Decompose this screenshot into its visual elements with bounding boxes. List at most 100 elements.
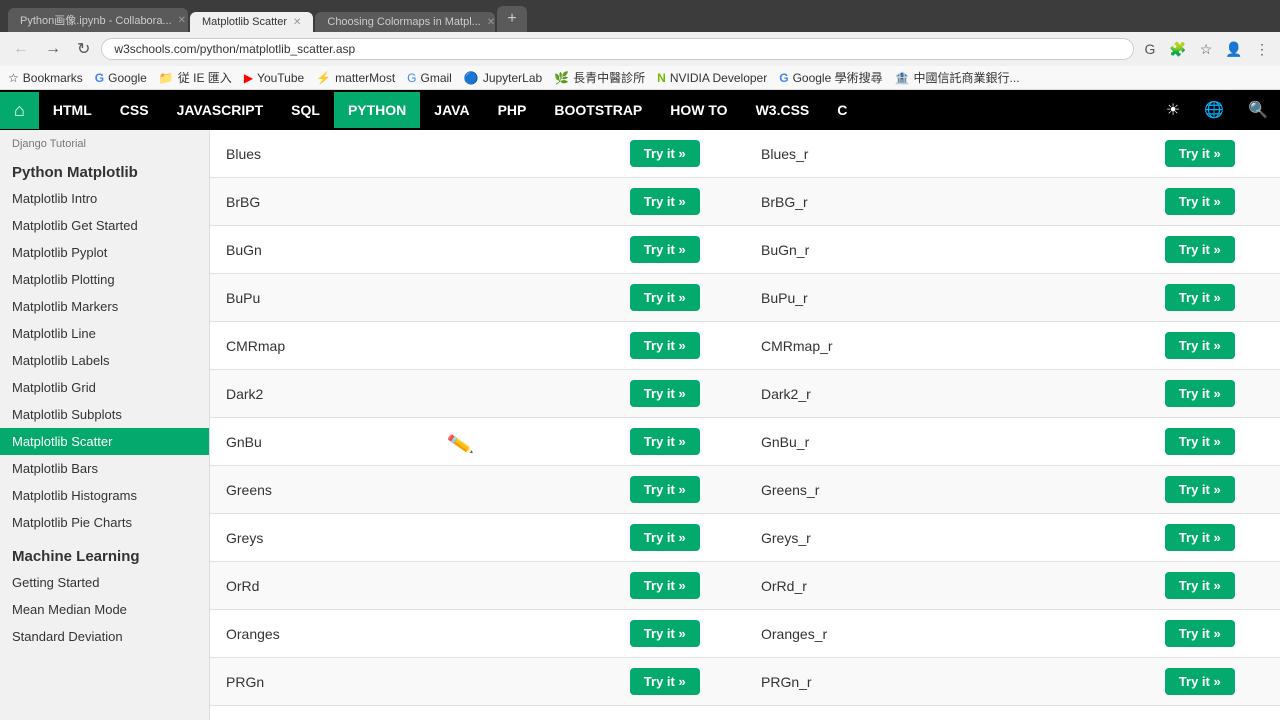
new-tab-button[interactable]: + — [497, 6, 526, 32]
bookmark-jupyterlab[interactable]: 🔵 JupyterLab — [464, 71, 542, 85]
tab-1-close[interactable]: ✕ — [178, 15, 186, 26]
try-button-right-cell: Try it » — [1120, 274, 1280, 322]
try-button-left[interactable]: Try it » — [630, 476, 700, 503]
try-button-right[interactable]: Try it » — [1165, 668, 1235, 695]
try-button-left[interactable]: Try it » — [630, 524, 700, 551]
try-button-left-cell: Try it » — [585, 610, 746, 658]
search-icon[interactable]: 🔍 — [1236, 90, 1280, 130]
bookmark-ie[interactable]: 📁 従 IE 匯入 — [159, 69, 232, 86]
bookmark-bank[interactable]: 🏦 中國信託商業銀行... — [895, 69, 1020, 86]
sidebar-item-grid[interactable]: Matplotlib Grid — [0, 374, 209, 401]
try-button-left[interactable]: Try it » — [630, 572, 700, 599]
nav-css[interactable]: CSS — [106, 92, 163, 128]
bookmark-mattermost[interactable]: ⚡ matterMost — [316, 71, 395, 85]
sidebar-item-labels[interactable]: Matplotlib Labels — [0, 347, 209, 374]
nav-w3css[interactable]: W3.CSS — [742, 92, 824, 128]
profile-icon[interactable]: 👤 — [1224, 39, 1244, 59]
sidebar-item-markers[interactable]: Matplotlib Markers — [0, 293, 209, 320]
nav-java[interactable]: JAVA — [420, 92, 483, 128]
bookmark-youtube[interactable]: ▶ YouTube — [244, 71, 304, 85]
nav-python[interactable]: PYTHON — [334, 92, 420, 128]
try-button-right[interactable]: Try it » — [1165, 524, 1235, 551]
try-button-right[interactable]: Try it » — [1165, 332, 1235, 359]
tab-3-close[interactable]: ✕ — [487, 17, 495, 28]
try-button-right[interactable]: Try it » — [1165, 188, 1235, 215]
try-button-right[interactable]: Try it » — [1165, 620, 1235, 647]
try-button-left-cell: Try it » — [585, 178, 746, 226]
try-button-left[interactable]: Try it » — [630, 236, 700, 263]
try-button-right-cell: Try it » — [1120, 370, 1280, 418]
tab-2[interactable]: Matplotlib Scatter ✕ — [190, 12, 313, 32]
try-button-right[interactable]: Try it » — [1165, 140, 1235, 167]
table-row: CMRmap Try it » CMRmap_r Try it » — [210, 322, 1280, 370]
bookmark-google-scholar[interactable]: G Google 學術搜尋 — [779, 69, 882, 86]
try-button-right[interactable]: Try it » — [1165, 428, 1235, 455]
bookmark-star-icon: ☆ — [8, 71, 19, 85]
nav-javascript[interactable]: JAVASCRIPT — [163, 92, 278, 128]
try-button-right[interactable]: Try it » — [1165, 380, 1235, 407]
sidebar-item-plotting[interactable]: Matplotlib Plotting — [0, 266, 209, 293]
colormap-name-right: OrRd_r — [745, 562, 1120, 610]
extensions-icon[interactable]: 🧩 — [1168, 39, 1188, 59]
sidebar-item-histograms[interactable]: Matplotlib Histograms — [0, 482, 209, 509]
globe-icon[interactable]: 🌐 — [1192, 90, 1236, 130]
try-button-right[interactable]: Try it » — [1165, 236, 1235, 263]
tab-1-label: Python画像.ipynb - Collabora... — [20, 12, 172, 28]
nav-howto[interactable]: HOW TO — [656, 92, 741, 128]
sidebar-item-matplotlib-intro[interactable]: Matplotlib Intro — [0, 185, 209, 212]
try-button-left[interactable]: Try it » — [630, 620, 700, 647]
try-button-left[interactable]: Try it » — [630, 668, 700, 695]
tab-2-close[interactable]: ✕ — [293, 17, 301, 28]
bookmark-bookmarks[interactable]: ☆ Bookmarks — [8, 71, 83, 85]
back-button[interactable]: ← — [8, 38, 34, 60]
try-button-left[interactable]: Try it » — [630, 140, 700, 167]
sidebar-item-scatter[interactable]: Matplotlib Scatter — [0, 428, 209, 455]
nav-sql[interactable]: SQL — [277, 92, 334, 128]
menu-icon[interactable]: ⋮ — [1252, 39, 1272, 59]
sidebar-item-pyplot[interactable]: Matplotlib Pyplot — [0, 239, 209, 266]
gmail-icon: G — [407, 71, 416, 85]
nav-html[interactable]: HTML — [39, 92, 106, 128]
nav-home[interactable]: ⌂ — [0, 92, 39, 129]
try-button-right-cell: Try it » — [1120, 658, 1280, 706]
bookmark-star-icon[interactable]: ☆ — [1196, 39, 1216, 59]
sidebar-item-pie-charts[interactable]: Matplotlib Pie Charts — [0, 509, 209, 536]
sidebar-item-subplots[interactable]: Matplotlib Subplots — [0, 401, 209, 428]
bookmark-nvidia[interactable]: N NVIDIA Developer — [657, 71, 767, 85]
try-button-right[interactable]: Try it » — [1165, 572, 1235, 599]
forward-button[interactable]: → — [40, 38, 66, 60]
tab-1[interactable]: Python画像.ipynb - Collabora... ✕ — [8, 8, 188, 32]
theme-toggle-icon[interactable]: ☀ — [1154, 90, 1192, 130]
bookmark-gmail[interactable]: G Gmail — [407, 71, 452, 85]
sidebar-item-bars[interactable]: Matplotlib Bars — [0, 455, 209, 482]
colormap-name-right: Dark2_r — [745, 370, 1120, 418]
try-button-right-cell: Try it » — [1120, 514, 1280, 562]
tab-2-label: Matplotlib Scatter — [202, 16, 287, 28]
try-button-left[interactable]: Try it » — [630, 428, 700, 455]
try-button-left[interactable]: Try it » — [630, 284, 700, 311]
sidebar-item-get-started[interactable]: Matplotlib Get Started — [0, 212, 209, 239]
table-row: BrBG Try it » BrBG_r Try it » — [210, 178, 1280, 226]
try-button-right-cell: Try it » — [1120, 610, 1280, 658]
bookmark-clinic[interactable]: 🌿 長青中醫診所 — [554, 69, 645, 86]
try-button-right[interactable]: Try it » — [1165, 476, 1235, 503]
try-button-left[interactable]: Try it » — [630, 188, 700, 215]
sidebar-item-ml-mean[interactable]: Mean Median Mode — [0, 596, 209, 623]
bookmark-bank-label: 中國信託商業銀行... — [914, 69, 1020, 86]
nav-php[interactable]: PHP — [484, 92, 541, 128]
google-icon: G — [1140, 39, 1160, 59]
try-button-left[interactable]: Try it » — [630, 332, 700, 359]
try-button-right[interactable]: Try it » — [1165, 284, 1235, 311]
try-button-left[interactable]: Try it » — [630, 380, 700, 407]
tab-3[interactable]: Choosing Colormaps in Matpl... ✕ — [315, 12, 495, 32]
sidebar-item-ml-stddev[interactable]: Standard Deviation — [0, 623, 209, 650]
sidebar-item-line[interactable]: Matplotlib Line — [0, 320, 209, 347]
try-button-left-cell: Try it » — [585, 562, 746, 610]
reload-button[interactable]: ↻ — [72, 37, 95, 61]
bookmark-google[interactable]: G Google — [95, 71, 147, 85]
address-bar[interactable]: w3schools.com/python/matplotlib_scatter.… — [101, 38, 1134, 60]
nav-c[interactable]: C — [823, 92, 861, 128]
sidebar-item-ml-getting-started[interactable]: Getting Started — [0, 569, 209, 596]
table-row: BuGn Try it » BuGn_r Try it » — [210, 226, 1280, 274]
nav-bootstrap[interactable]: BOOTSTRAP — [540, 92, 656, 128]
